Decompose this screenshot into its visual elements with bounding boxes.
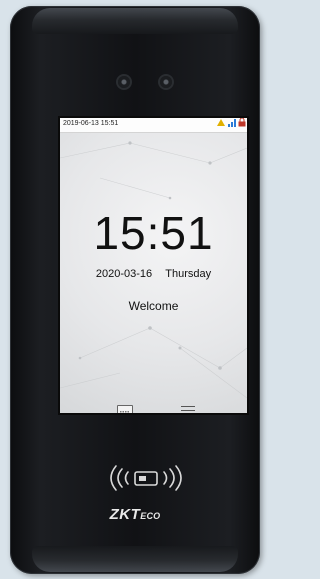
brand-logo: ZKTECO [10,506,260,523]
device-screen[interactable]: 2019-06-13 15:51 15:51 2020-03-16 Thursd… [58,116,249,415]
welcome-message: Welcome [128,299,179,313]
network-icon [228,119,236,127]
logo-main: ZKT [109,506,141,523]
clock-weekday: Thursday [165,268,212,280]
status-datetime: 2019-06-13 15:51 [63,120,119,127]
access-terminal-device: 2019-06-13 15:51 15:51 2020-03-16 Thursd… [10,6,260,574]
lock-icon [238,118,246,127]
warning-icon [217,119,225,126]
clock-time: 15:51 [93,207,214,259]
menu-icon[interactable] [181,404,195,413]
device-top-rim [32,8,238,34]
keyboard-icon[interactable] [117,405,133,413]
status-bar: 2019-06-13 15:51 [60,118,247,133]
network-background-pattern [60,141,247,399]
date-row: 2020-03-16 Thursday [60,268,247,280]
right-camera-lens [160,76,172,88]
clock-date: 2020-03-16 [95,268,153,280]
nfc-card-reader-icon [110,465,182,491]
left-camera-lens [118,76,130,88]
logo-suffix: ECO [140,511,161,521]
device-bottom-rim [32,546,238,572]
